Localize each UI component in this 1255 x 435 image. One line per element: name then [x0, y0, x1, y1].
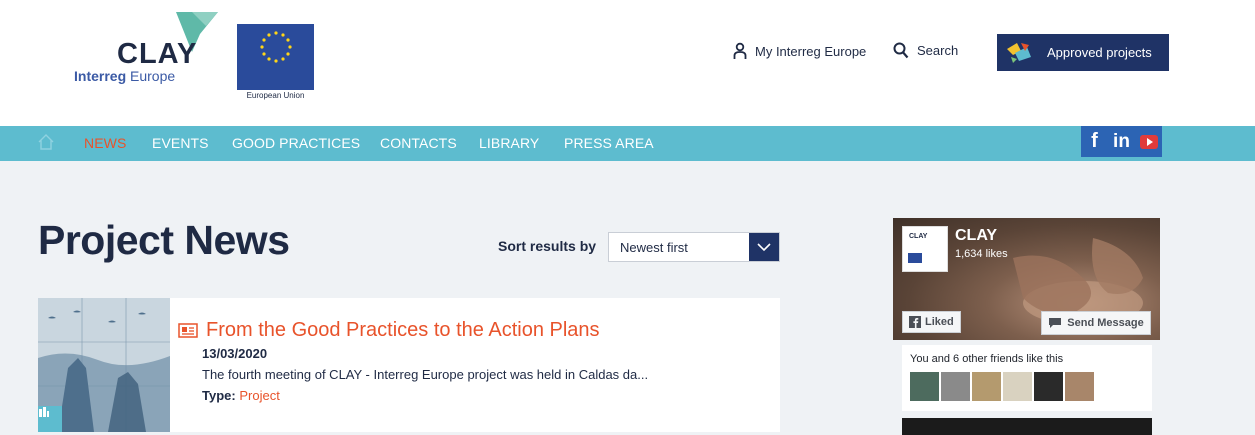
nav-press-area[interactable]: PRESS AREA — [564, 135, 654, 151]
clay-interreg-logo[interactable]: CLAY Interreg Europe — [74, 12, 234, 92]
facebook-friends-box: You and 6 other friends like this — [902, 345, 1152, 411]
logo-title: CLAY — [117, 38, 198, 70]
my-interreg-link[interactable]: My Interreg Europe — [733, 42, 866, 60]
social-links: f in — [1081, 126, 1162, 157]
approved-projects-icon — [1007, 42, 1031, 63]
sort-selected-value: Newest first — [620, 239, 688, 255]
facebook-page-name[interactable]: CLAY — [955, 227, 997, 245]
avatar[interactable] — [972, 372, 1001, 401]
user-icon — [733, 42, 747, 59]
avatar[interactable] — [941, 372, 970, 401]
nav-news[interactable]: NEWS — [84, 135, 126, 151]
news-description: The fourth meeting of CLAY - Interreg Eu… — [202, 367, 649, 382]
news-type-link[interactable]: Project — [239, 388, 279, 403]
avatar[interactable] — [1003, 372, 1032, 401]
youtube-icon[interactable] — [1135, 126, 1162, 157]
facebook-friends-text: You and 6 other friends like this — [910, 353, 1064, 365]
friend-avatars — [910, 372, 1094, 401]
message-icon — [1049, 318, 1062, 328]
news-title: From the Good Practices to the Action Pl… — [206, 319, 600, 341]
page-title: Project News — [38, 217, 290, 263]
linkedin-icon[interactable]: in — [1108, 126, 1135, 157]
main-content: Project News Sort results by Newest firs… — [0, 161, 1255, 435]
nav-contacts[interactable]: CONTACTS — [380, 135, 457, 151]
search-icon — [893, 42, 909, 59]
news-title-link[interactable]: From the Good Practices to the Action Pl… — [178, 319, 600, 342]
facebook-likes-count: 1,634 likes — [955, 248, 1008, 260]
avatar[interactable] — [910, 372, 939, 401]
news-thumbnail[interactable] — [38, 298, 170, 432]
eu-caption: European Union — [246, 91, 305, 100]
facebook-video-preview[interactable] — [902, 418, 1152, 435]
facebook-page-widget: CLAY CLAY 1,634 likes Liked Send Message… — [893, 218, 1160, 435]
approved-projects-label: Approved projects — [1047, 45, 1152, 60]
chevron-down-icon[interactable] — [749, 233, 779, 261]
sort-select[interactable]: Newest first — [608, 232, 780, 262]
my-interreg-label: My Interreg Europe — [755, 43, 867, 59]
nav-events[interactable]: EVENTS — [152, 135, 209, 151]
avatar[interactable] — [1065, 372, 1094, 401]
facebook-cover-image[interactable]: CLAY CLAY 1,634 likes Liked Send Message — [893, 218, 1160, 340]
avatar[interactable] — [1034, 372, 1063, 401]
home-icon[interactable] — [37, 133, 55, 151]
nav-library[interactable]: LIBRARY — [479, 135, 539, 151]
sort-label: Sort results by — [498, 238, 597, 254]
main-nav: NEWS EVENTS GOOD PRACTICES CONTACTS LIBR… — [0, 126, 1255, 161]
news-date: 13/03/2020 — [202, 346, 268, 361]
news-icon — [178, 323, 198, 338]
eu-stars-icon — [260, 31, 292, 63]
logo-subtitle: Interreg Europe — [74, 68, 176, 84]
site-header: CLAY Interreg Europe European Union My I… — [0, 0, 1255, 126]
eu-flag — [237, 24, 314, 90]
facebook-page-logo[interactable]: CLAY — [902, 226, 948, 272]
search-label: Search — [917, 43, 959, 58]
news-type: Type: Project — [202, 388, 280, 403]
facebook-send-message-button[interactable]: Send Message — [1041, 311, 1151, 335]
news-card[interactable]: From the Good Practices to the Action Pl… — [38, 298, 780, 432]
image-gallery-icon — [38, 406, 62, 432]
facebook-f-icon — [909, 316, 921, 328]
nav-good-practices[interactable]: GOOD PRACTICES — [232, 135, 360, 151]
approved-projects-button[interactable]: Approved projects — [997, 34, 1169, 71]
search-link[interactable]: Search — [893, 42, 958, 59]
facebook-liked-button[interactable]: Liked — [902, 311, 961, 333]
facebook-icon[interactable]: f — [1081, 126, 1108, 157]
